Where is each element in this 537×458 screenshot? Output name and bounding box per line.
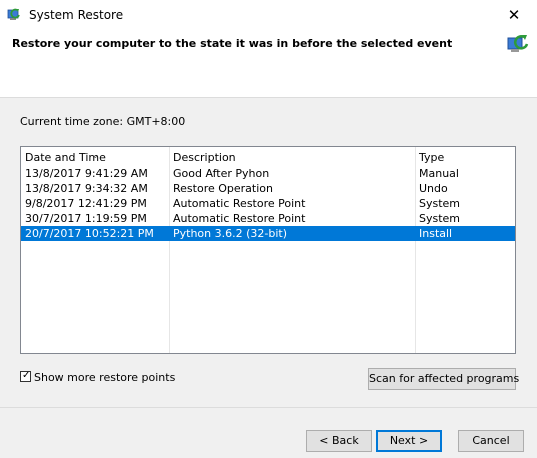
restore-point-list[interactable]: Date and Time ⌄ Description Type 13/8/20… bbox=[20, 146, 516, 354]
timezone-label: Current time zone: GMT+8:00 bbox=[20, 115, 186, 128]
scan-affected-programs-button[interactable]: Scan for affected programs bbox=[368, 368, 519, 390]
show-more-checkbox[interactable]: ✓ bbox=[20, 370, 31, 382]
next-button[interactable]: Next > bbox=[376, 430, 442, 452]
cell-description: Automatic Restore Point bbox=[173, 212, 306, 225]
table-row[interactable]: 30/7/2017 1:19:59 PM Automatic Restore P… bbox=[21, 211, 515, 226]
sort-caret-icon: ⌄ bbox=[92, 151, 99, 160]
title-bar[interactable]: System Restore ✕ bbox=[0, 0, 537, 30]
page-title: Restore your computer to the state it wa… bbox=[12, 37, 453, 50]
show-more-label[interactable]: Show more restore points bbox=[34, 371, 175, 384]
window-title: System Restore bbox=[29, 8, 124, 22]
checkmark-icon: ✓ bbox=[22, 370, 31, 381]
cell-date: 9/8/2017 12:41:29 PM bbox=[25, 197, 147, 210]
back-button[interactable]: < Back bbox=[306, 430, 372, 452]
cell-date: 30/7/2017 1:19:59 PM bbox=[25, 212, 147, 225]
cell-description: Good After Pyhon bbox=[173, 167, 270, 180]
table-row-selected[interactable]: 20/7/2017 10:52:21 PM Python 3.6.2 (32-b… bbox=[21, 226, 515, 241]
cell-type: Undo bbox=[419, 182, 448, 195]
system-restore-icon bbox=[7, 8, 20, 20]
cell-type: System bbox=[419, 197, 461, 210]
table-row[interactable]: 13/8/2017 9:34:32 AM Restore Operation U… bbox=[21, 181, 515, 196]
footer-divider bbox=[0, 407, 537, 408]
column-header-description[interactable]: Description bbox=[173, 151, 236, 164]
cell-date: 13/8/2017 9:41:29 AM bbox=[25, 167, 148, 180]
cell-description: Python 3.6.2 (32-bit) bbox=[173, 227, 288, 240]
cell-description: Automatic Restore Point bbox=[173, 197, 306, 210]
cell-date: 20/7/2017 10:52:21 PM bbox=[25, 227, 154, 240]
wizard-header: Restore your computer to the state it wa… bbox=[0, 30, 537, 98]
cell-description: Restore Operation bbox=[173, 182, 273, 195]
table-row[interactable]: 13/8/2017 9:41:29 AM Good After Pyhon Ma… bbox=[21, 166, 515, 181]
cancel-button[interactable]: Cancel bbox=[458, 430, 524, 452]
cell-date: 13/8/2017 9:34:32 AM bbox=[25, 182, 148, 195]
table-row[interactable]: 9/8/2017 12:41:29 PM Automatic Restore P… bbox=[21, 196, 515, 211]
close-button[interactable]: ✕ bbox=[491, 0, 537, 30]
list-header: Date and Time ⌄ Description Type bbox=[21, 147, 515, 166]
system-restore-icon bbox=[507, 35, 529, 52]
cell-type: Install bbox=[419, 227, 453, 240]
column-header-type[interactable]: Type bbox=[419, 151, 444, 164]
cell-type: System bbox=[419, 212, 461, 225]
cell-type: Manual bbox=[419, 167, 459, 180]
